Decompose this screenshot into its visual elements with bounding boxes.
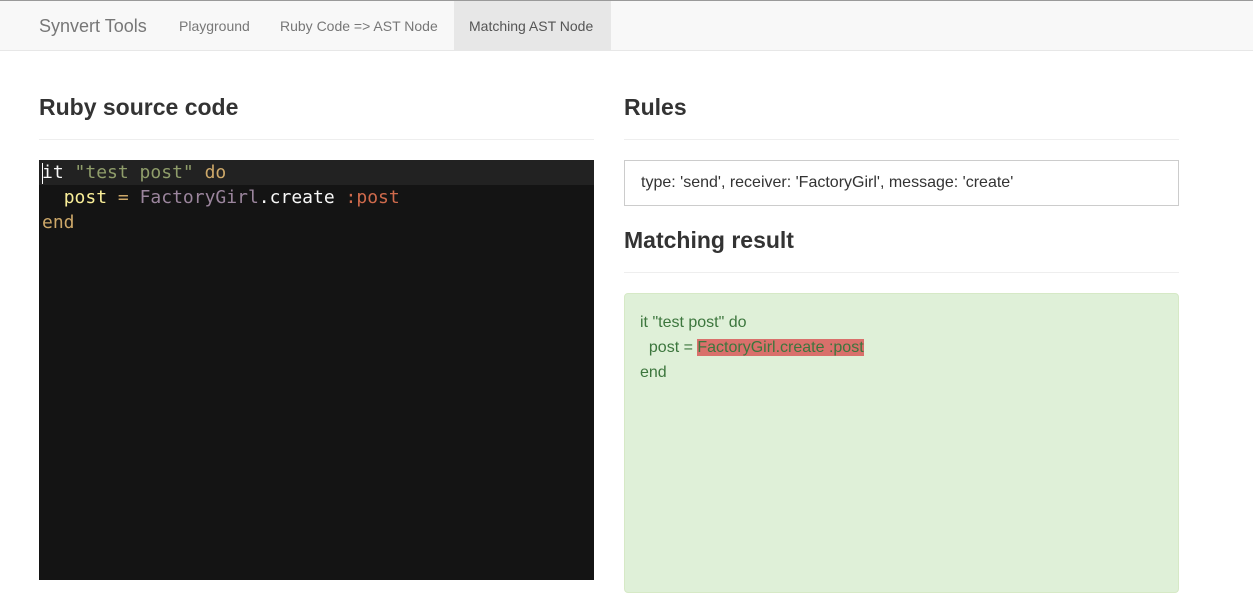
nav-ruby-code-to-ast[interactable]: Ruby Code => AST Node <box>280 1 438 51</box>
nav-matching-ast-node[interactable]: Matching AST Node <box>454 1 611 51</box>
result-heading-divider <box>624 272 1179 273</box>
method-create: create <box>269 187 335 208</box>
rules-input[interactable]: type: 'send', receiver: 'FactoryGirl', m… <box>624 160 1179 206</box>
brand-link[interactable]: Synvert Tools <box>39 1 147 51</box>
result-line-1: it "test post" do <box>640 314 747 331</box>
keyword-it: it <box>42 162 64 183</box>
matching-result-heading: Matching result <box>624 227 794 253</box>
code-line-2: post = FactoryGirl.create :post <box>39 185 594 210</box>
assign-operator: = <box>117 187 129 208</box>
result-line-2: post = FactoryGirl.create :post <box>640 335 1163 360</box>
matching-result-panel: it "test post" do post = FactoryGirl.cre… <box>624 293 1179 593</box>
ruby-code-editor[interactable]: it "test post" do post = FactoryGirl.cre… <box>39 160 594 580</box>
text-cursor <box>42 163 43 184</box>
dot-operator: . <box>258 187 270 208</box>
code-line-3: end <box>39 210 594 235</box>
nav-playground[interactable]: Playground <box>179 1 250 51</box>
constant-factorygirl: FactoryGirl <box>139 187 259 208</box>
keyword-end: end <box>42 212 75 233</box>
ruby-source-heading: Ruby source code <box>39 94 239 120</box>
rules-heading: Rules <box>624 94 687 120</box>
symbol-post: :post <box>345 187 400 208</box>
navbar: Synvert Tools Playground Ruby Code => AS… <box>0 0 1253 51</box>
left-heading-divider <box>39 139 594 140</box>
string-literal: "test post" <box>74 162 194 183</box>
code-line-1: it "test post" do <box>39 160 594 185</box>
result-line-3: end <box>640 364 667 381</box>
keyword-do: do <box>204 162 227 183</box>
variable-post: post <box>63 187 108 208</box>
rules-heading-divider <box>624 139 1179 140</box>
result-line-2-prefix: post = <box>640 339 698 356</box>
matched-node-highlight: FactoryGirl.create :post <box>697 339 864 356</box>
